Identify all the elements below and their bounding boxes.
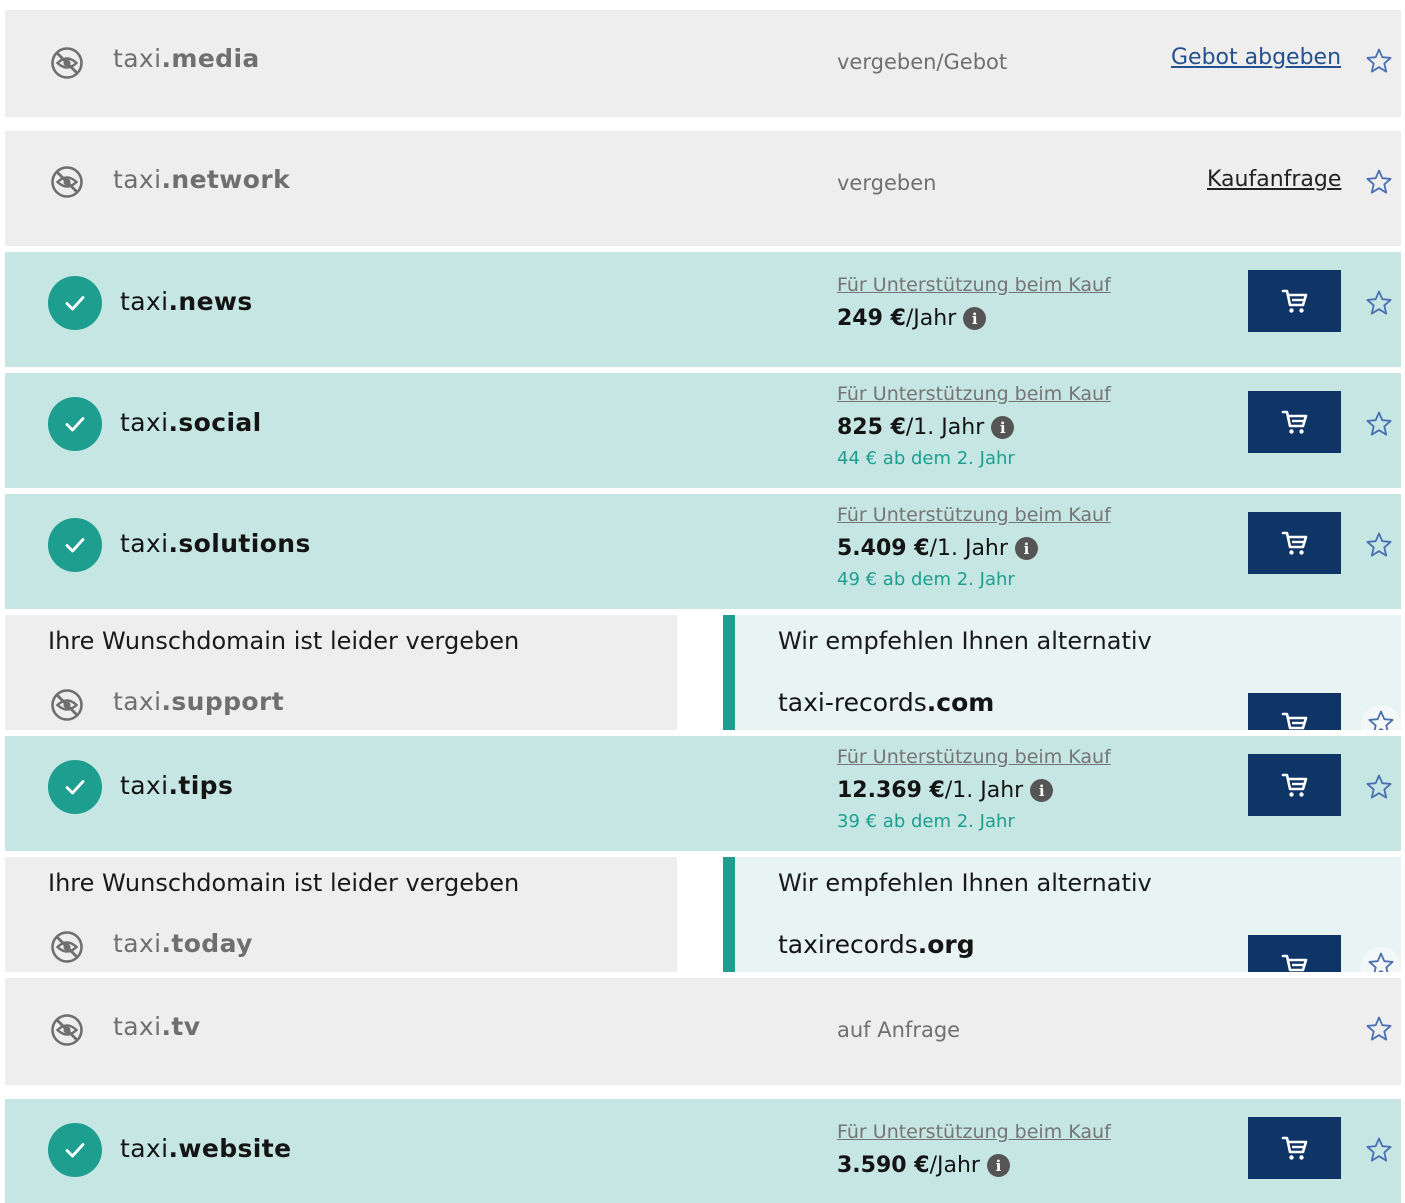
add-to-cart-button[interactable] <box>1248 754 1341 816</box>
domain-status: auf Anfrage <box>837 1018 961 1042</box>
eye-off-icon <box>49 687 85 723</box>
info-icon[interactable]: i <box>991 416 1015 439</box>
info-icon[interactable]: i <box>986 1154 1010 1177</box>
renewal-price: 39 € ab dem 2. Jahr <box>837 811 1015 832</box>
suggestion-title: Wir empfehlen Ihnen alternativ <box>778 627 1152 655</box>
star-outline-icon[interactable] <box>1365 1015 1393 1043</box>
add-to-cart-button[interactable] <box>1248 512 1341 574</box>
purchase-support-link[interactable]: Für Unterstützung beim Kauf <box>837 504 1111 526</box>
cart-icon <box>1281 1134 1309 1162</box>
check-circle-icon <box>48 1123 102 1177</box>
price: 12.369 €/1. Jahr i <box>837 778 1054 803</box>
taken-panel: Ihre Wunschdomain ist leider vergeben ta… <box>5 857 677 972</box>
cart-icon <box>1281 287 1309 315</box>
price: 5.409 €/1. Jahr i <box>837 536 1038 561</box>
accent-bar <box>723 857 735 972</box>
star-outline-icon[interactable] <box>1365 168 1393 196</box>
eye-off-icon <box>49 1012 85 1048</box>
eye-off-icon <box>49 164 85 200</box>
renewal-price: 49 € ab dem 2. Jahr <box>837 569 1015 590</box>
domain-name: taxi.website <box>120 1134 292 1163</box>
domain-row-network: taxi.network vergeben Kaufanfrage <box>5 131 1401 246</box>
place-bid-link[interactable]: Gebot abgeben <box>1171 45 1341 70</box>
info-icon[interactable]: i <box>1014 537 1038 560</box>
domain-name: taxi.tips <box>120 771 234 800</box>
star-outline-icon[interactable] <box>1365 47 1393 75</box>
suggestion-title: Wir empfehlen Ihnen alternativ <box>778 869 1152 897</box>
domain-row-tips: taxi.tips Für Unterstützung beim Kauf 12… <box>5 736 1401 851</box>
star-outline-icon[interactable] <box>1365 531 1393 559</box>
eye-off-icon <box>49 929 85 965</box>
domain-name: taxi.support <box>113 687 285 716</box>
domain-row-today: Ihre Wunschdomain ist leider vergeben ta… <box>5 857 1401 972</box>
check-circle-icon <box>48 760 102 814</box>
price: 249 €/Jahr i <box>837 306 987 331</box>
domain-name: taxi.news <box>120 287 253 316</box>
purchase-support-link[interactable]: Für Unterstützung beim Kauf <box>837 746 1111 768</box>
accent-bar <box>723 615 735 730</box>
check-circle-icon <box>48 276 102 330</box>
cart-icon <box>1281 408 1309 436</box>
domain-row-news: taxi.news Für Unterstützung beim Kauf 24… <box>5 252 1401 367</box>
domain-row-support: Ihre Wunschdomain ist leider vergeben ta… <box>5 615 1401 730</box>
taken-panel: Ihre Wunschdomain ist leider vergeben ta… <box>5 615 677 730</box>
add-to-cart-button[interactable] <box>1248 693 1341 730</box>
cart-icon <box>1281 771 1309 799</box>
cart-icon <box>1281 710 1309 730</box>
suggested-domain: taxirecords.org <box>778 930 975 959</box>
domain-status: vergeben <box>837 171 937 195</box>
taken-message: Ihre Wunschdomain ist leider vergeben <box>48 869 520 897</box>
eye-off-icon <box>49 45 85 81</box>
add-to-cart-button[interactable] <box>1248 1117 1341 1179</box>
add-to-cart-button[interactable] <box>1248 935 1341 972</box>
domain-name: taxi.social <box>120 408 262 437</box>
suggested-domain: taxi-records.com <box>778 688 995 717</box>
star-outline-icon[interactable] <box>1365 773 1393 801</box>
cart-icon <box>1281 952 1309 972</box>
add-to-cart-button[interactable] <box>1248 270 1341 332</box>
price: 3.590 €/Jahr i <box>837 1153 1010 1178</box>
purchase-support-link[interactable]: Für Unterstützung beim Kauf <box>837 383 1111 405</box>
cart-icon <box>1281 529 1309 557</box>
renewal-price: 44 € ab dem 2. Jahr <box>837 448 1015 469</box>
info-icon[interactable]: i <box>1030 779 1054 802</box>
check-circle-icon <box>48 518 102 572</box>
domain-name: taxi.media <box>113 44 260 73</box>
purchase-request-link[interactable]: Kaufanfrage <box>1207 167 1341 192</box>
domain-row-social: taxi.social Für Unterstützung beim Kauf … <box>5 373 1401 488</box>
domain-row-website: taxi.website Für Unterstützung beim Kauf… <box>5 1099 1401 1203</box>
domain-name: taxi.today <box>113 929 253 958</box>
domain-row-solutions: taxi.solutions Für Unterstützung beim Ka… <box>5 494 1401 609</box>
check-circle-icon <box>48 397 102 451</box>
purchase-support-link[interactable]: Für Unterstützung beim Kauf <box>837 274 1111 296</box>
domain-status: vergeben/Gebot <box>837 50 1008 74</box>
star-outline-icon[interactable] <box>1365 410 1393 438</box>
price: 825 €/1. Jahr i <box>837 415 1015 440</box>
domain-row-tv: taxi.tv auf Anfrage <box>5 978 1401 1085</box>
taken-message: Ihre Wunschdomain ist leider vergeben <box>48 627 520 655</box>
add-to-cart-button[interactable] <box>1248 391 1341 453</box>
domain-name: taxi.tv <box>113 1012 201 1041</box>
domain-row-media: taxi.media vergeben/Gebot Gebot abgeben <box>5 10 1401 117</box>
info-icon[interactable]: i <box>963 307 987 330</box>
domain-name: taxi.solutions <box>120 529 311 558</box>
domain-name: taxi.network <box>113 165 291 194</box>
purchase-support-link[interactable]: Für Unterstützung beim Kauf <box>837 1121 1111 1143</box>
star-outline-icon[interactable] <box>1365 289 1393 317</box>
star-outline-icon[interactable] <box>1365 1136 1393 1164</box>
